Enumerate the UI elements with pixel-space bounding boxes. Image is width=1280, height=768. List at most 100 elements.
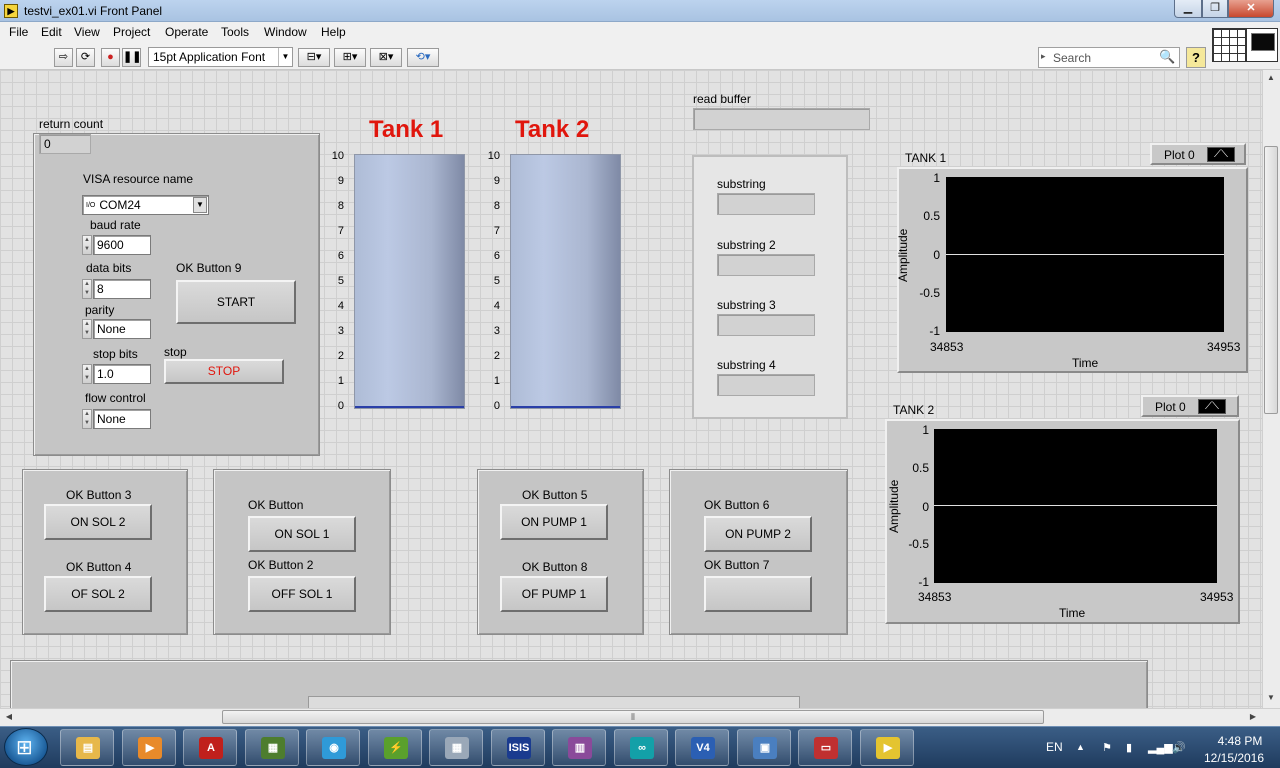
menu-project[interactable]: Project — [113, 25, 150, 39]
search-input[interactable]: ▸ Search 🔍 — [1038, 47, 1180, 68]
on-pump-1-button[interactable]: ON PUMP 1 — [500, 504, 608, 540]
scroll-right-icon[interactable]: ▶ — [1246, 710, 1260, 724]
clock-date[interactable]: 12/15/2016 — [1198, 751, 1270, 765]
taskbar-arduino[interactable]: ∞ — [614, 729, 668, 766]
y-tick: -1 — [929, 324, 940, 338]
graph-tank-1-plot-area[interactable] — [946, 177, 1224, 332]
horizontal-scroll-thumb[interactable]: ⦀ — [222, 710, 1044, 724]
taskbar-arduino-ide-alt[interactable]: ⚡ — [368, 729, 422, 766]
scroll-left-icon[interactable]: ◀ — [2, 710, 16, 724]
taskbar-device-manager[interactable]: ▦ — [245, 729, 299, 766]
scroll-down-icon[interactable]: ▼ — [1262, 690, 1280, 706]
chevron-down-icon[interactable]: ▼ — [193, 197, 207, 213]
v4-icon: V4 — [691, 737, 715, 759]
scroll-up-icon[interactable]: ▲ — [1262, 70, 1280, 86]
stop-bits-spinner[interactable]: ▲ ▼ — [82, 364, 92, 384]
network-error-icon[interactable]: ⚑ — [1100, 741, 1114, 755]
context-help-button[interactable]: ? — [1186, 47, 1206, 68]
taskbar-labview[interactable]: ▶ — [860, 729, 914, 766]
connector-pane-icon[interactable] — [1212, 28, 1246, 62]
baud-rate-spinner[interactable]: ▲ ▼ — [82, 235, 92, 255]
taskbar-isis[interactable]: ISIS — [491, 729, 545, 766]
run-arrow-icon[interactable]: ⇨ — [54, 48, 73, 67]
taskbar-chrome[interactable]: ◉ — [306, 729, 360, 766]
menu-operate[interactable]: Operate — [165, 25, 208, 39]
tank-2-title: Tank 2 — [515, 116, 590, 143]
graph-tank-2-xlabel: Time — [1059, 606, 1086, 620]
distribute-objects-icon[interactable]: ⊞▾ — [334, 48, 366, 67]
baud-rate-field[interactable]: 9600 — [93, 235, 151, 255]
font-select[interactable]: 15pt Application Font ▼ — [148, 47, 293, 67]
on-sol-1-button[interactable]: ON SOL 1 — [248, 516, 356, 552]
return-count-indicator: 0 — [39, 134, 91, 154]
y-tick: 0 — [922, 500, 929, 514]
taskbar-control-panel[interactable]: ▣ — [737, 729, 791, 766]
tank-1-scale: 10 9 8 7 6 5 4 3 2 1 0 — [330, 150, 354, 412]
run-continuously-icon[interactable]: ⟳ — [76, 48, 95, 67]
parity-field[interactable]: None — [93, 319, 151, 339]
taskbar-calculator[interactable]: ▦ — [429, 729, 483, 766]
flow-control-spinner[interactable]: ▲ ▼ — [82, 409, 92, 429]
data-bits-spinner[interactable]: ▲ ▼ — [82, 279, 92, 299]
off-sol-1-button[interactable]: OFF SOL 1 — [248, 576, 356, 612]
taskbar-v4[interactable]: V4 — [675, 729, 729, 766]
taskbar-winrar[interactable]: ▥ — [552, 729, 606, 766]
flow-control-field[interactable]: None — [93, 409, 151, 429]
start-button[interactable] — [4, 728, 48, 766]
start-button[interactable]: START — [176, 280, 296, 324]
tank-1-fill — [355, 406, 464, 408]
power-icon[interactable]: ▮ — [1122, 741, 1136, 755]
stop-bits-field[interactable]: 1.0 — [93, 364, 151, 384]
graph-tank-2-plot-area[interactable] — [934, 429, 1217, 583]
clock-time[interactable]: 4:48 PM — [1210, 734, 1270, 748]
abort-icon[interactable]: ● — [101, 48, 120, 67]
tank-2-tick: 7 — [493, 225, 500, 237]
show-hidden-icons-icon[interactable]: ▲ — [1076, 742, 1085, 752]
resize-objects-icon[interactable]: ⊠▾ — [370, 48, 402, 67]
x-tick: 34953 — [1200, 590, 1234, 604]
on-sol-2-button[interactable]: ON SOL 2 — [44, 504, 152, 540]
signal-icon[interactable]: ▂▄▆ — [1148, 741, 1173, 755]
reorder-icon[interactable]: ⟲▾ — [407, 48, 439, 67]
vi-icon[interactable] — [1246, 28, 1278, 62]
labview-icon: ▶ — [876, 737, 900, 759]
tank-2-tick: 3 — [493, 325, 500, 337]
menu-file[interactable]: File — [9, 25, 28, 39]
graph-tank-2-legend[interactable]: Plot 0 ⟋⟍ — [1141, 395, 1239, 417]
vertical-scroll-thumb[interactable] — [1264, 146, 1278, 414]
menu-tools[interactable]: Tools — [221, 25, 249, 39]
pause-icon[interactable]: ❚❚ — [122, 48, 141, 67]
language-indicator[interactable]: EN — [1046, 740, 1063, 754]
off-pump-1-button[interactable]: OF PUMP 1 — [500, 576, 608, 612]
menu-window[interactable]: Window — [264, 25, 307, 39]
substring-3-indicator — [717, 314, 815, 336]
ok-button-9-label: OK Button 9 — [176, 261, 242, 275]
volume-icon[interactable]: 🔊 — [1172, 741, 1186, 755]
minimize-button[interactable]: ▁ — [1174, 0, 1202, 18]
taskbar-file-explorer[interactable]: ▤ — [60, 729, 114, 766]
taskbar-pdf-reader[interactable]: A — [183, 729, 237, 766]
graph-tank-1-legend[interactable]: Plot 0 ⟋⟍ — [1150, 143, 1246, 165]
tank-2-tick: 5 — [493, 275, 500, 287]
visa-io-icon: I/O — [86, 202, 96, 210]
visa-resource-select[interactable]: I/O COM24 ▼ — [82, 195, 209, 215]
menu-help[interactable]: Help — [321, 25, 346, 39]
off-sol-2-button[interactable]: OF SOL 2 — [44, 576, 152, 612]
substring-indicator — [717, 193, 815, 215]
tank-1-tick: 8 — [337, 200, 344, 212]
stop-button[interactable]: STOP — [164, 359, 284, 384]
align-objects-icon[interactable]: ⊟▾ — [298, 48, 330, 67]
data-bits-field[interactable]: 8 — [93, 279, 151, 299]
menu-view[interactable]: View — [74, 25, 100, 39]
on-pump-2-button[interactable]: ON PUMP 2 — [704, 516, 812, 552]
x-tick: 34953 — [1207, 340, 1241, 354]
ok-button-7[interactable] — [704, 576, 812, 612]
menu-edit[interactable]: Edit — [41, 25, 62, 39]
substring-4-indicator — [717, 374, 815, 396]
y-tick: 0 — [933, 248, 940, 262]
taskbar-media-player[interactable]: ▶ — [122, 729, 176, 766]
maximize-button[interactable]: ❐ — [1202, 0, 1228, 18]
parity-spinner[interactable]: ▲ ▼ — [82, 319, 92, 339]
close-button[interactable]: ✕ — [1228, 0, 1274, 18]
taskbar-toolbox[interactable]: ▭ — [798, 729, 852, 766]
